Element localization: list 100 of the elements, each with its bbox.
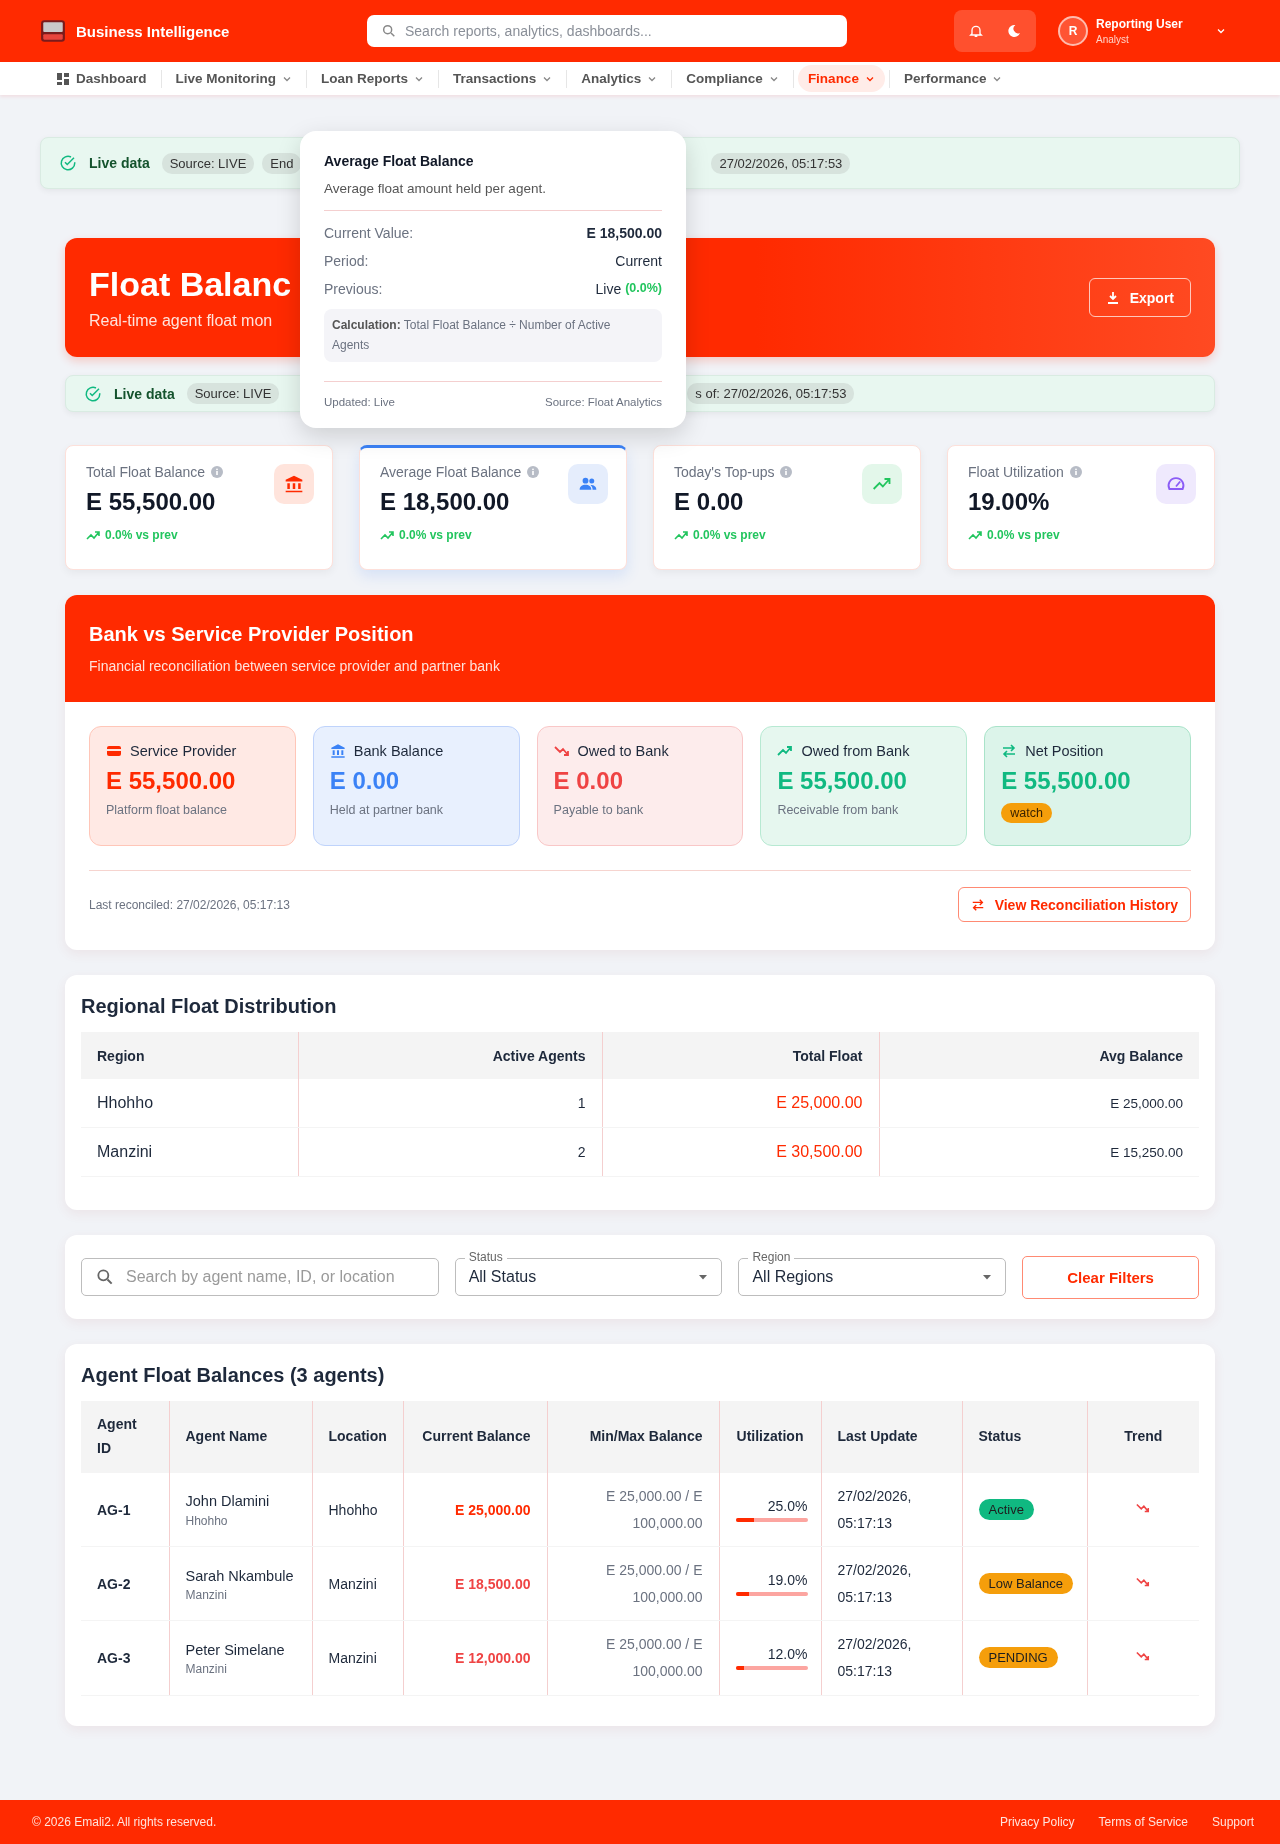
table-cell: Manzini	[312, 1546, 403, 1621]
copyright-text: © 2026 Emali2. All rights reserved.	[32, 1815, 217, 1829]
column-header: Utilization	[719, 1401, 821, 1473]
table-cell: E 15,250.00	[879, 1127, 1199, 1177]
kpi-change: 0.0% vs prev	[105, 528, 178, 542]
position-label: Owed to Bank	[577, 743, 669, 759]
bank-icon	[274, 464, 314, 504]
section-subtitle: Financial reconciliation between service provider and partner bank	[89, 658, 501, 674]
kpi-change: 0.0% vs prev	[693, 528, 766, 542]
tooltip-updated: Updated: Live	[324, 396, 395, 408]
tooltip-label: Previous:	[324, 281, 383, 297]
wallet-icon	[106, 743, 122, 759]
position-label: Owed from Bank	[801, 743, 910, 759]
table-cell: Hhohho	[81, 1079, 298, 1128]
position-note: Platform float balance	[106, 803, 228, 817]
column-header: Region	[81, 1032, 298, 1079]
nav-tab[interactable]: Analytics	[571, 65, 668, 92]
table-cell: 1	[298, 1079, 602, 1128]
column-header: Status	[962, 1401, 1087, 1473]
kpi-change: 0.0% vs prev	[987, 528, 1060, 542]
trend-down-icon	[553, 743, 570, 759]
kpi-label: Average Float Balance	[380, 464, 522, 480]
kpi-card[interactable]: Float Utilization 19.00% 0.0% vs prev	[947, 445, 1215, 570]
tooltip-title: Average Float Balance	[324, 153, 475, 169]
logo-icon	[40, 18, 66, 44]
status-badge: watch	[1001, 803, 1052, 823]
table-cell: Manzini	[81, 1127, 298, 1177]
user-menu[interactable]: R Reporting User Analyst	[1058, 16, 1240, 46]
tooltip-label: Current Value:	[324, 225, 414, 241]
kpi-card[interactable]: Total Float Balance E 55,500.00 0.0% vs prev	[65, 445, 333, 570]
info-icon	[211, 466, 224, 478]
trend-up-icon	[380, 528, 394, 542]
moon-icon	[1006, 23, 1022, 39]
kpi-label: Today's Top-ups	[674, 464, 775, 480]
position-value: E 55,500.00	[777, 767, 908, 795]
search-field[interactable]: Search reports, analytics, dashboards...	[367, 15, 847, 47]
table-cell: 27/02/2026, 05:17:13	[821, 1546, 962, 1621]
user-name: Reporting User	[1096, 17, 1184, 31]
table-cell: E 30,500.00	[602, 1127, 879, 1177]
clear-filters-button[interactable]: Clear Filters	[1022, 1255, 1199, 1299]
tooltip-label: Period:	[324, 253, 369, 269]
table-cell: 27/02/2026, 05:17:13	[821, 1620, 962, 1696]
source-chip: Source: LIVE	[161, 152, 255, 174]
table-cell: E 25,000.00	[602, 1079, 879, 1128]
info-icon	[527, 466, 540, 478]
kpi-card[interactable]: Average Float Balance E 18,500.00 0.0% vs prev	[359, 445, 627, 570]
app-title: Business Intelligence	[76, 22, 230, 40]
nav-tab[interactable]: Live Monitoring	[165, 65, 302, 92]
utilization-value: 19.0%	[767, 1571, 808, 1588]
position-value: E 0.00	[329, 767, 401, 795]
section-title: Regional Float Distribution	[81, 995, 338, 1018]
table-cell: E 12,000.00	[403, 1620, 547, 1696]
column-header: Min/Max Balance	[547, 1401, 719, 1473]
nav-tab[interactable]: Loan Reports	[311, 65, 435, 92]
kpi-value: E 18,500.00	[380, 488, 511, 516]
trend-up-icon	[674, 528, 688, 542]
filter-select[interactable]: Status All Status	[454, 1250, 723, 1296]
grid-icon	[56, 71, 70, 86]
kpi-value: E 0.00	[674, 488, 745, 516]
table-cell: 2	[298, 1127, 602, 1177]
check-circle-icon	[84, 384, 102, 403]
nav-tab[interactable]: Performance	[893, 65, 1013, 92]
column-header: Total Float	[602, 1032, 879, 1079]
nav-tab[interactable]: Compliance	[676, 65, 789, 92]
position-label: Net Position	[1025, 743, 1104, 759]
agent-region: Hhohho	[185, 1513, 229, 1528]
column-header: Avg Balance	[879, 1032, 1199, 1079]
kpi-card[interactable]: Today's Top-ups E 0.00 0.0% vs prev	[653, 445, 921, 570]
column-header: Agent ID	[81, 1401, 169, 1473]
table-cell: Hhohho	[312, 1473, 403, 1547]
timestamp-chip: 27/02/2026, 05:17:53	[711, 152, 851, 174]
position-value: E 55,500.00	[106, 767, 237, 795]
caret-icon	[982, 1272, 993, 1282]
gauge-icon	[1156, 464, 1196, 504]
kpi-label: Float Utilization	[968, 464, 1064, 480]
reconciliation-history-button[interactable]: View Reconciliation History	[957, 887, 1191, 922]
agent-name: John Dlamini	[185, 1492, 271, 1512]
table-cell: E 25,000.00	[879, 1079, 1199, 1128]
agent-region: Manzini	[185, 1587, 228, 1602]
agent-search-field[interactable]: Search by agent name, ID, or location	[81, 1258, 439, 1296]
kpi-value: 19.00%	[968, 488, 1051, 516]
trend-up-icon	[86, 528, 100, 542]
table-cell: 27/02/2026, 05:17:13	[821, 1473, 962, 1547]
nav-tab[interactable]: Transactions	[443, 65, 563, 92]
people-icon	[568, 464, 608, 504]
position-value: E 55,500.00	[1001, 767, 1132, 795]
tooltip-source: Source: Float Analytics	[545, 396, 662, 408]
agent-name: Peter Simelane	[185, 1640, 286, 1660]
filter-select[interactable]: Region All Regions	[738, 1250, 1007, 1296]
bank-icon	[329, 743, 346, 759]
live-label: Live data	[114, 385, 175, 402]
tooltip-value: Live	[595, 281, 622, 297]
status-badge: PENDING	[978, 1647, 1058, 1669]
table-cell: E 25,000.00 / E 100,000.00	[547, 1620, 719, 1696]
position-note: Held at partner bank	[329, 803, 445, 817]
nav-tab[interactable]: Dashboard	[46, 65, 157, 92]
table-cell: E 25,000.00	[403, 1473, 547, 1547]
swap-icon	[1001, 743, 1018, 759]
source-chip: End	[262, 152, 302, 174]
swap-icon	[970, 897, 985, 912]
